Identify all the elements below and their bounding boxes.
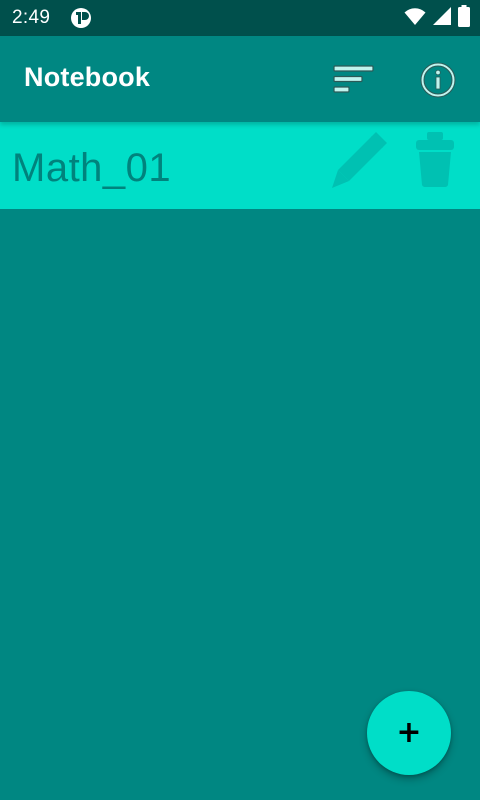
signal-icon (432, 6, 452, 31)
info-button[interactable] (419, 61, 457, 99)
sort-button[interactable] (331, 62, 377, 96)
status-time: 2:49 (12, 7, 51, 28)
add-notebook-button[interactable]: + (367, 691, 451, 775)
list-item[interactable]: Math_01 (0, 122, 480, 209)
app-bar: Notebook (0, 36, 480, 122)
edit-button[interactable] (326, 130, 388, 194)
trash-icon (411, 132, 459, 202)
info-icon (419, 62, 457, 103)
app-notification-icon (70, 7, 92, 29)
pencil-icon (326, 132, 388, 198)
page-title: Notebook (24, 62, 151, 92)
status-icons (404, 4, 470, 32)
wifi-icon (404, 6, 426, 31)
delete-button[interactable] (411, 130, 459, 198)
notebook-name: Math_01 (12, 146, 172, 190)
plus-icon: + (396, 715, 422, 750)
sort-icon (331, 65, 377, 100)
notebook-list: Math_01 (0, 122, 480, 209)
status-bar: 2:49 (0, 0, 480, 36)
battery-icon (458, 4, 470, 32)
